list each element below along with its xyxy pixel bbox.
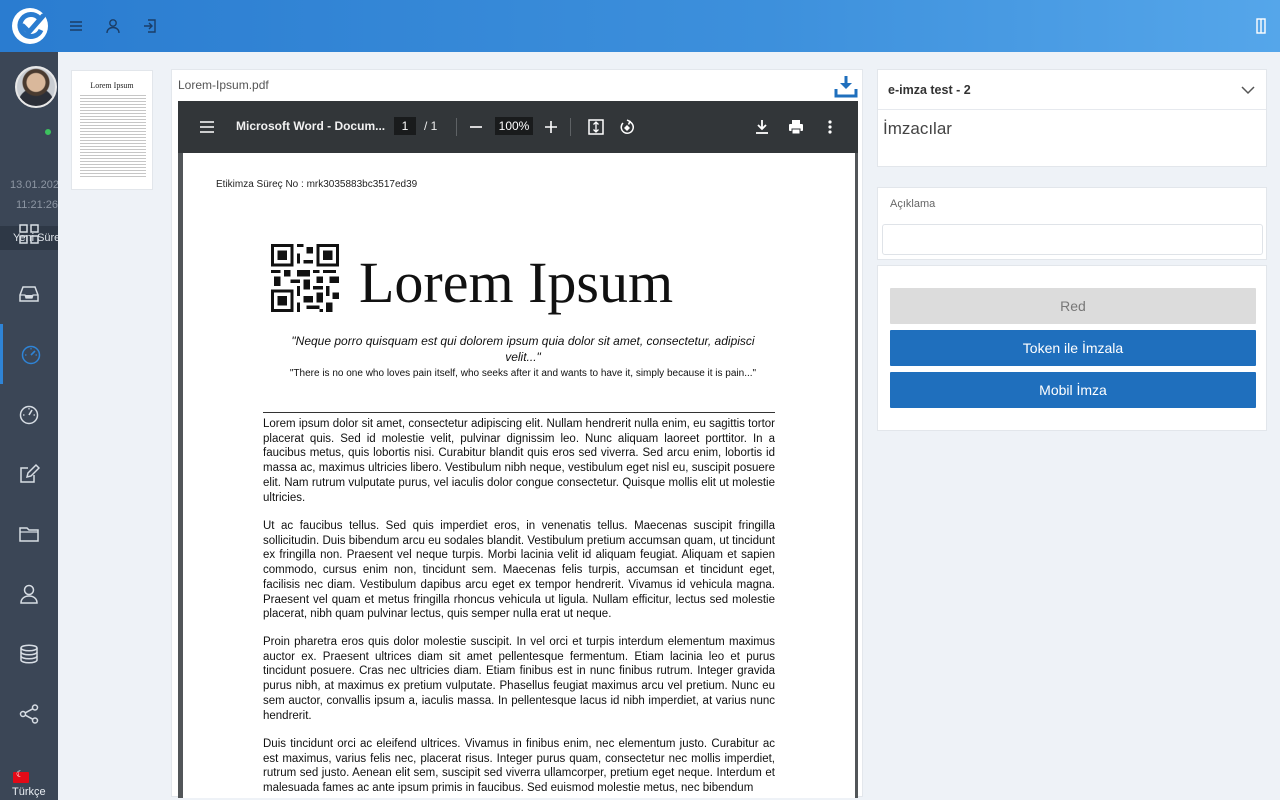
- document-panel: Lorem-Ipsum.pdf Microsoft Word - Docum..…: [171, 69, 863, 798]
- avatar[interactable]: [15, 66, 57, 108]
- edit-document-icon: [20, 463, 40, 483]
- paragraph: Lorem ipsum dolor sit amet, consectetur …: [263, 418, 775, 504]
- sidebar-item-folders[interactable]: [0, 504, 58, 564]
- mobile-sign-button[interactable]: Mobil İmza: [890, 372, 1256, 408]
- toolbar-divider: [456, 118, 457, 136]
- toolbar-divider: [570, 118, 571, 136]
- document-file-name: Lorem-Ipsum.pdf: [178, 78, 269, 92]
- pdf-download-icon[interactable]: [750, 115, 774, 139]
- description-label: Açıklama: [890, 198, 936, 210]
- paragraph: Proin pharetra eros quis dolor molestie …: [263, 636, 775, 722]
- sidebar-item-share[interactable]: [0, 684, 58, 744]
- actions-card: Red Token ile İmzala Mobil İmza: [877, 265, 1267, 431]
- sidebar-item-performance[interactable]: [0, 384, 58, 444]
- signers-label: İmzacılar: [883, 119, 952, 138]
- signer-card: e-imza test - 2 İmzacılar: [877, 69, 1267, 167]
- print-icon[interactable]: [784, 115, 808, 139]
- sidebar-item-dashboard[interactable]: [0, 204, 58, 264]
- sidebar: 13.01.2024 11:21:26 Yeni Süreç Türkçe: [0, 52, 58, 800]
- pdf-viewer: Microsoft Word - Docum... 1 / 1 100% Eti…: [178, 101, 858, 798]
- qr-code-icon[interactable]: [271, 242, 339, 314]
- database-icon: [20, 644, 38, 664]
- turkish-flag-icon: [13, 769, 29, 783]
- top-bar: [0, 0, 1280, 52]
- menu-icon[interactable]: [195, 115, 219, 139]
- sidebar-item-monitor[interactable]: [0, 324, 58, 384]
- speedometer-icon: [21, 345, 40, 365]
- page-number-input[interactable]: 1: [394, 117, 416, 135]
- zoom-in-icon[interactable]: [539, 115, 563, 139]
- zoom-out-icon[interactable]: [464, 115, 488, 139]
- language-selector[interactable]: Türkçe: [0, 764, 58, 800]
- sidebar-item-inbox[interactable]: [0, 264, 58, 324]
- menu-icon[interactable]: [65, 15, 87, 37]
- gauge-icon: [19, 405, 39, 425]
- user-icon: [20, 584, 38, 604]
- process-selector[interactable]: e-imza test - 2: [878, 70, 1266, 110]
- more-options-icon[interactable]: [818, 115, 842, 139]
- pdf-page: Etikimza Süreç No : mrk3035883bc3517ed39: [183, 153, 855, 798]
- sidebar-item-users[interactable]: [0, 564, 58, 624]
- logout-icon[interactable]: [139, 15, 161, 37]
- user-icon[interactable]: [102, 15, 124, 37]
- english-quote: "There is no one who loves pain itself, …: [289, 368, 757, 379]
- reject-button[interactable]: Red: [890, 288, 1256, 324]
- paragraph: Duis tincidunt orci ac eleifend ultrices…: [263, 738, 775, 795]
- sidebar-date: 13.01.2024: [10, 179, 58, 191]
- fit-page-icon[interactable]: [584, 115, 608, 139]
- download-icon[interactable]: [834, 74, 858, 98]
- dashboard-grid-icon: [19, 224, 39, 244]
- document-title: Lorem Ipsum: [359, 250, 674, 315]
- page-thumbnail[interactable]: Lorem Ipsum: [71, 70, 153, 190]
- online-status-dot: [43, 127, 53, 137]
- process-title: e-imza test - 2: [888, 83, 971, 97]
- inbox-tray-icon: [19, 286, 39, 302]
- thumbnail-title: Lorem Ipsum: [90, 81, 134, 90]
- rotate-icon[interactable]: [615, 115, 639, 139]
- thumbnail-text-lines: [80, 95, 146, 179]
- panel-toggle-icon[interactable]: [1250, 15, 1272, 37]
- sidebar-item-database[interactable]: [0, 624, 58, 684]
- pdf-toolbar: Microsoft Word - Docum... 1 / 1 100%: [178, 101, 858, 153]
- divider: [263, 412, 775, 413]
- folder-icon: [19, 527, 39, 542]
- language-label: Türkçe: [12, 786, 46, 798]
- zoom-level[interactable]: 100%: [495, 117, 533, 135]
- app-logo[interactable]: [10, 4, 50, 48]
- paragraph: Ut ac faucibus tellus. Sed quis imperdie…: [263, 520, 775, 621]
- description-input[interactable]: [882, 224, 1263, 255]
- chevron-down-icon: [1241, 86, 1255, 95]
- description-card: Açıklama: [877, 187, 1267, 260]
- latin-quote: "Neque porro quisquam est qui dolorem ip…: [291, 334, 755, 364]
- token-sign-button[interactable]: Token ile İmzala: [890, 330, 1256, 366]
- page-count: / 1: [424, 119, 438, 133]
- share-icon: [19, 704, 39, 724]
- pdf-title: Microsoft Word - Docum...: [236, 119, 386, 133]
- process-number: Etikimza Süreç No : mrk3035883bc3517ed39: [216, 179, 418, 190]
- sidebar-item-edit[interactable]: [0, 444, 58, 504]
